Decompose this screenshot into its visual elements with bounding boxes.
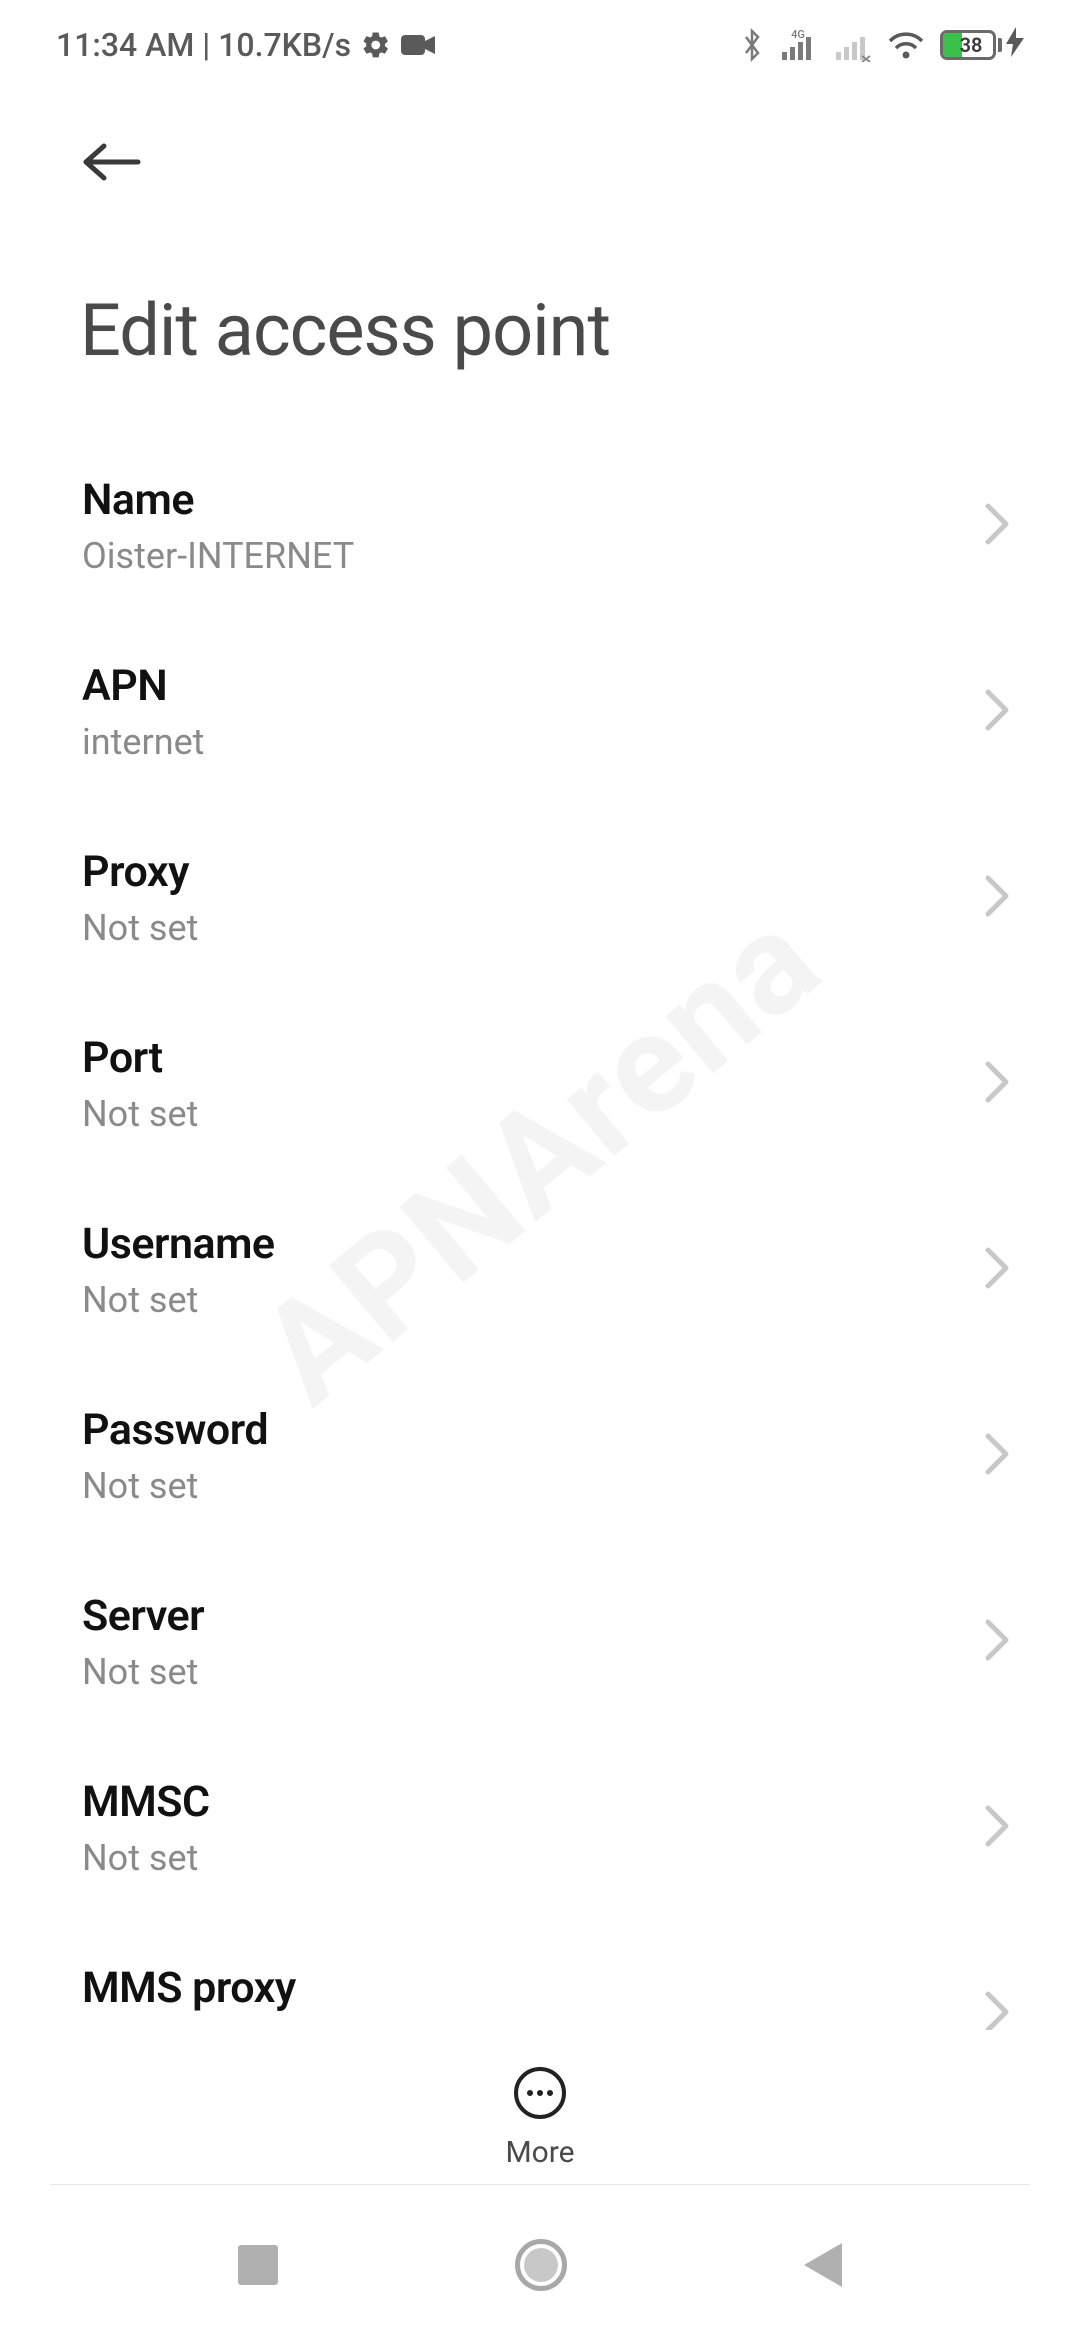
chevron-right-icon xyxy=(984,688,1010,736)
row-label: Name xyxy=(82,475,354,525)
content-area: APNArena Edit access point Name Oister-I… xyxy=(0,90,1080,2030)
row-value: Not set xyxy=(82,1279,275,1321)
svg-text:4G: 4G xyxy=(791,28,805,41)
chevron-right-icon xyxy=(984,1804,1010,1852)
bluetooth-icon xyxy=(740,28,764,62)
row-server[interactable]: Server Not set xyxy=(0,1549,1080,1735)
chevron-right-icon xyxy=(984,1432,1010,1480)
home-button[interactable] xyxy=(515,2239,567,2291)
row-value: internet xyxy=(82,721,204,763)
divider xyxy=(50,2184,1030,2185)
wifi-icon xyxy=(886,29,926,61)
chevron-right-icon xyxy=(984,1060,1010,1108)
row-value: Not set xyxy=(82,2023,296,2030)
chevron-right-icon xyxy=(984,1618,1010,1666)
net-speed-text: 10.7KB/s xyxy=(218,26,351,64)
status-bar: 11:34 AM | 10.7KB/s 4G xyxy=(0,0,1080,90)
row-port[interactable]: Port Not set xyxy=(0,991,1080,1177)
more-label: More xyxy=(505,2135,574,2170)
row-label: MMS proxy xyxy=(82,1963,296,2013)
back-button[interactable] xyxy=(804,2243,842,2287)
settings-list: Name Oister-INTERNET APN internet Proxy … xyxy=(0,403,1080,2030)
chevron-right-icon xyxy=(984,874,1010,922)
header xyxy=(0,90,1080,198)
status-left: 11:34 AM | 10.7KB/s xyxy=(56,26,435,64)
status-time: 11:34 AM | 10.7KB/s xyxy=(56,26,351,64)
row-label: Server xyxy=(82,1591,204,1641)
signal-no-sim-icon xyxy=(832,28,872,62)
chevron-right-icon xyxy=(984,502,1010,550)
row-value: Not set xyxy=(82,1465,268,1507)
more-button[interactable] xyxy=(514,2067,566,2119)
row-label: MMSC xyxy=(82,1777,210,1827)
row-apn[interactable]: APN internet xyxy=(0,619,1080,805)
chevron-right-icon xyxy=(984,1246,1010,1294)
video-camera-icon xyxy=(401,33,435,57)
row-label: APN xyxy=(82,661,204,711)
recents-button[interactable] xyxy=(238,2245,278,2285)
row-label: Proxy xyxy=(82,847,198,897)
row-name[interactable]: Name Oister-INTERNET xyxy=(0,433,1080,619)
time-text: 11:34 AM xyxy=(56,26,194,64)
row-value: Not set xyxy=(82,907,198,949)
row-label: Username xyxy=(82,1219,275,1269)
signal-4g-icon: 4G xyxy=(778,28,818,62)
row-value: Oister-INTERNET xyxy=(82,535,354,577)
android-nav-bar xyxy=(0,2190,1080,2340)
row-mmsc[interactable]: MMSC Not set xyxy=(0,1735,1080,1921)
battery-percent-text: 38 xyxy=(943,33,996,57)
status-right: 4G 38 xyxy=(740,27,1024,64)
row-value: Not set xyxy=(82,1837,210,1879)
row-value: Not set xyxy=(82,1093,198,1135)
row-label: Port xyxy=(82,1033,198,1083)
row-password[interactable]: Password Not set xyxy=(0,1363,1080,1549)
row-value: Not set xyxy=(82,1651,204,1693)
battery-icon: 38 xyxy=(940,27,1024,64)
gear-icon xyxy=(361,30,391,60)
row-label: Password xyxy=(82,1405,268,1455)
page-title: Edit access point xyxy=(0,198,1080,403)
back-arrow-icon[interactable] xyxy=(80,140,144,188)
row-proxy[interactable]: Proxy Not set xyxy=(0,805,1080,991)
chevron-right-icon xyxy=(984,1990,1010,2030)
bottom-action-bar: More xyxy=(0,2067,1080,2170)
row-username[interactable]: Username Not set xyxy=(0,1177,1080,1363)
row-mms-proxy[interactable]: MMS proxy Not set xyxy=(0,1921,1080,2030)
charging-bolt-icon xyxy=(1006,27,1024,64)
